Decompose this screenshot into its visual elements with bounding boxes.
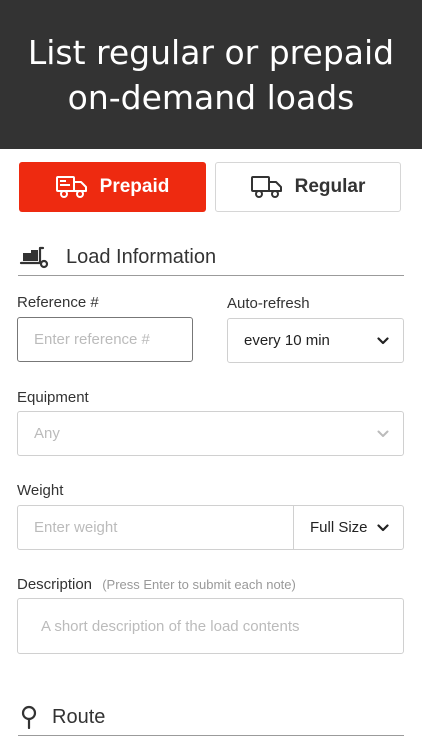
description-label-row: Description (Press Enter to submit each … [17, 576, 296, 593]
description-hint: (Press Enter to submit each note) [102, 577, 296, 592]
weight-size-value: Full Size [310, 519, 368, 536]
weight-input[interactable]: Enter weight [17, 505, 295, 550]
weight-label: Weight [17, 482, 64, 499]
auto-refresh-label: Auto-refresh [227, 295, 310, 312]
regular-label: Regular [294, 176, 366, 197]
chevron-down-icon [377, 523, 389, 532]
load-information-title: Load Information [66, 246, 217, 268]
reference-placeholder: Enter reference # [34, 331, 150, 348]
reference-label: Reference # [17, 294, 99, 311]
chevron-down-icon [377, 336, 389, 345]
prepaid-label: Prepaid [99, 176, 170, 197]
location-pin-icon [20, 705, 38, 729]
truck-box-icon [55, 174, 88, 200]
equipment-value: Any [34, 425, 60, 442]
regular-toggle-button[interactable]: Regular [215, 162, 401, 212]
description-label: Description [17, 576, 93, 593]
load-information-header: Load Information [18, 242, 404, 276]
auto-refresh-value: every 10 min [244, 332, 330, 349]
route-title: Route [52, 706, 106, 728]
dolly-icon [18, 243, 50, 269]
promo-banner: List regular or prepaid on-demand loads [0, 0, 422, 149]
reference-input[interactable]: Enter reference # [17, 317, 193, 362]
equipment-label: Equipment [17, 389, 89, 406]
auto-refresh-select[interactable]: every 10 min [227, 318, 404, 363]
chevron-down-icon [377, 430, 389, 438]
route-header: Route [18, 702, 404, 736]
prepaid-toggle-button[interactable]: Prepaid [19, 162, 206, 212]
description-placeholder: A short description of the load contents [41, 617, 300, 635]
banner-title: List regular or prepaid on-demand loads [27, 32, 395, 117]
equipment-select[interactable]: Any [17, 411, 404, 456]
weight-size-select[interactable]: Full Size [293, 505, 404, 550]
description-input[interactable]: A short description of the load contents [17, 598, 404, 654]
weight-placeholder: Enter weight [34, 519, 118, 536]
truck-icon [250, 174, 283, 200]
